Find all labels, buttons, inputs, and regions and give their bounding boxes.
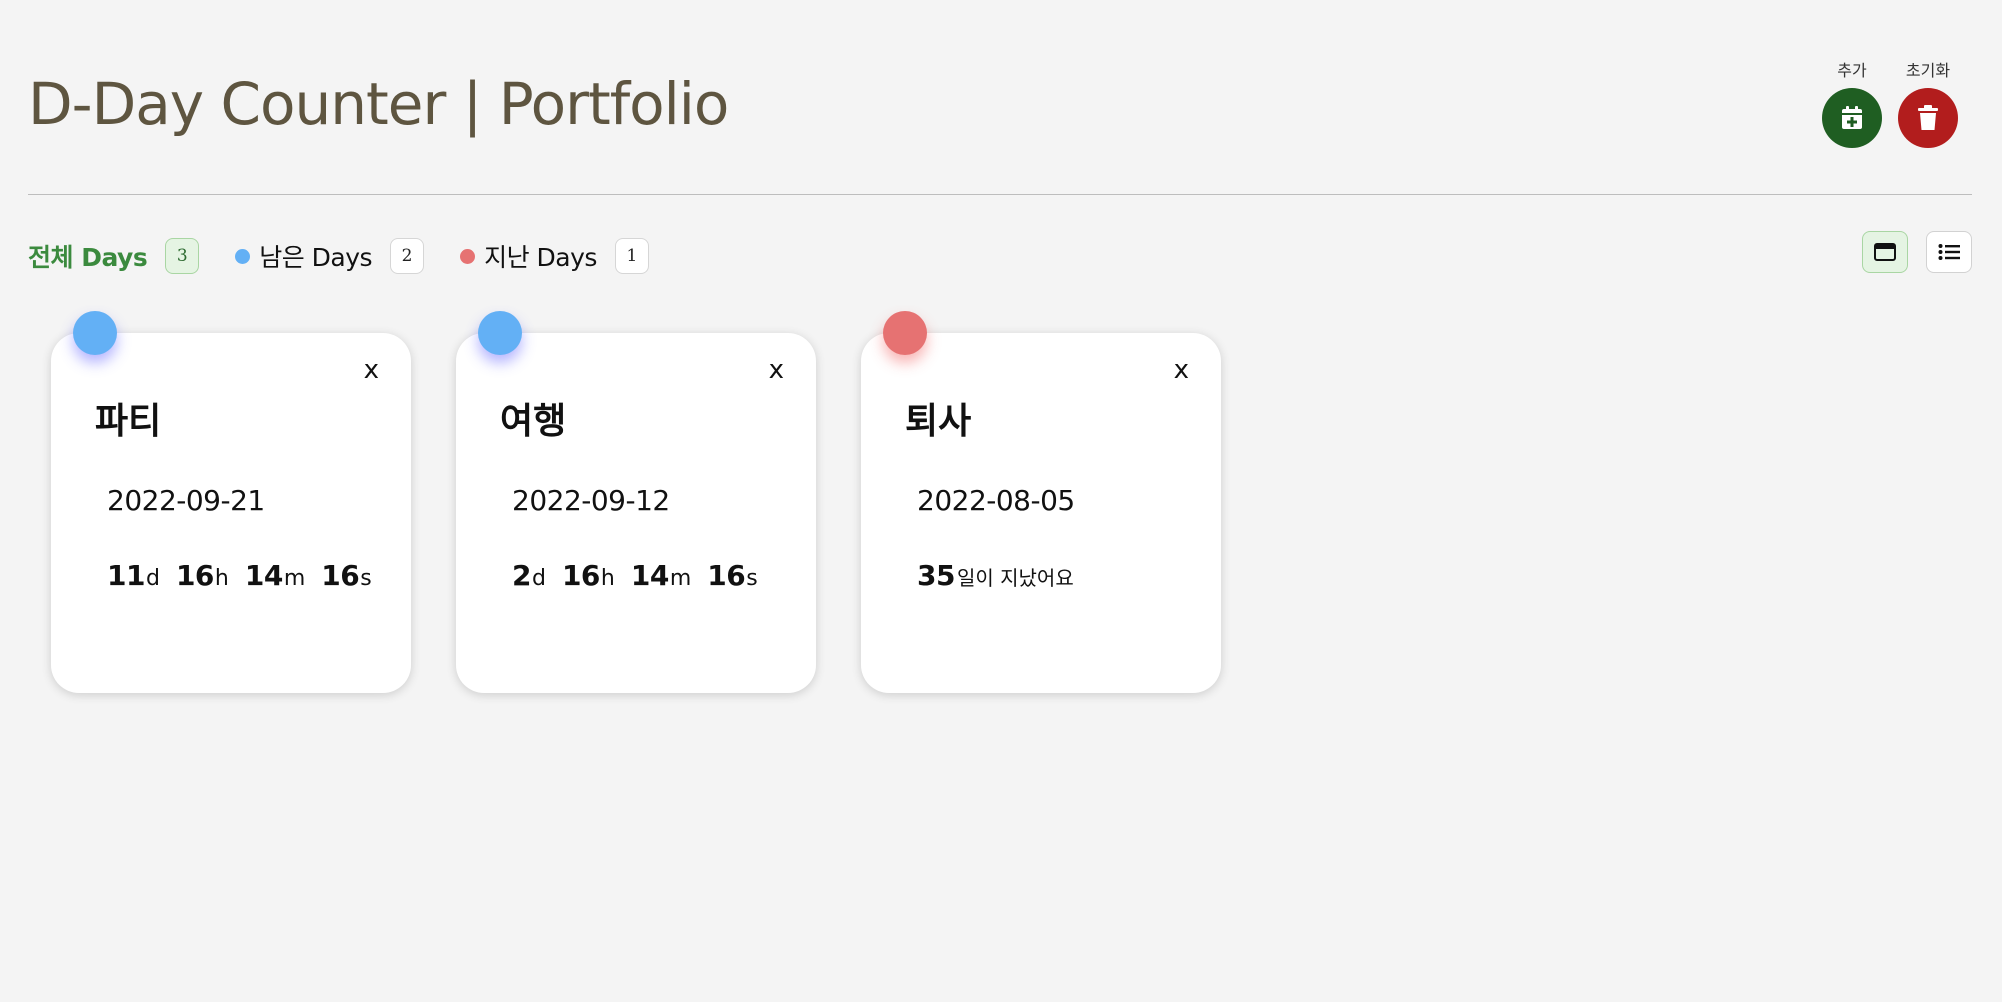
countdown-minutes: 14 [244, 559, 283, 592]
countdown-hours: 16 [175, 559, 214, 592]
card-title: 퇴사 [905, 401, 972, 442]
days-unit: d [145, 566, 160, 591]
dday-card: x 퇴사 2022-08-05 35 일이 지났어요 [861, 311, 1221, 693]
seconds-unit: s [746, 566, 758, 591]
hours-unit: h [214, 566, 229, 591]
card-date: 2022-09-12 [512, 484, 670, 517]
filter-passed-label: 지난 Days [484, 243, 597, 272]
countdown-seconds: 16 [707, 559, 746, 592]
status-dot-icon [73, 311, 117, 355]
filter-passed-count: 1 [614, 238, 649, 274]
status-dot-icon [478, 311, 522, 355]
filter-bar: 전체 Days 3 남은 Days 2 지난 Days 1 [28, 236, 685, 276]
countdown-days: 2 [512, 559, 531, 592]
card-view-button[interactable] [1862, 231, 1908, 273]
filter-all[interactable]: 전체 Days 3 [28, 238, 200, 274]
add-label: 추가 [1837, 61, 1867, 80]
filter-remaining[interactable]: 남은 Days 2 [235, 238, 425, 274]
filter-passed[interactable]: 지난 Days 1 [460, 238, 649, 274]
dday-card-list: x 파티 2022-09-21 11 d 16 h 14 m 16 s x 여행 202… [51, 311, 1221, 693]
reset-button[interactable] [1898, 88, 1958, 148]
countdown: 11 d 16 h 14 m 16 s [107, 559, 388, 592]
filter-all-count: 3 [165, 238, 200, 274]
seconds-unit: s [360, 566, 372, 591]
passed-count: 35 일이 지났어요 [917, 559, 1074, 592]
countdown-minutes: 14 [630, 559, 669, 592]
page: D-Day Counter | Portfolio 추가 초기화 전체 Days… [0, 0, 2002, 1002]
card-title: 여행 [500, 401, 567, 442]
days-passed: 35 [917, 559, 955, 592]
countdown-days: 11 [107, 559, 145, 592]
page-title: D-Day Counter | Portfolio [28, 70, 729, 138]
card-date: 2022-08-05 [917, 484, 1075, 517]
view-toggle [1862, 231, 1972, 273]
header-actions: 추가 초기화 [1822, 60, 1958, 148]
countdown-hours: 16 [561, 559, 600, 592]
status-dot-icon [883, 311, 927, 355]
dday-card: x 여행 2022-09-12 2d 16 h 14 m 16 s [456, 311, 816, 693]
trash-icon [1918, 105, 1938, 130]
delete-card-button[interactable]: x [765, 353, 788, 387]
reset-action: 초기화 [1898, 60, 1958, 148]
filter-remaining-count: 2 [390, 238, 425, 274]
list-icon [1938, 244, 1960, 260]
delete-card-button[interactable]: x [1170, 353, 1193, 387]
minutes-unit: m [283, 566, 306, 591]
calendar-plus-icon [1842, 106, 1862, 129]
minutes-unit: m [669, 566, 692, 591]
passed-dot-icon [460, 248, 476, 264]
filter-all-label: 전체 Days [28, 243, 148, 272]
card-title: 파티 [95, 401, 162, 442]
list-view-button[interactable] [1926, 231, 1972, 273]
days-unit: d [531, 566, 546, 591]
countdown: 2d 16 h 14 m 16 s [512, 559, 774, 592]
filter-remaining-label: 남은 Days [259, 243, 373, 272]
remaining-dot-icon [235, 248, 251, 264]
add-button[interactable] [1822, 88, 1882, 148]
header-divider [28, 194, 1972, 195]
reset-label: 초기화 [1905, 61, 1951, 80]
passed-text: 일이 지났어요 [956, 566, 1074, 590]
add-action: 추가 [1822, 60, 1882, 148]
hours-unit: h [600, 566, 615, 591]
countdown-seconds: 16 [321, 559, 360, 592]
dday-card: x 파티 2022-09-21 11 d 16 h 14 m 16 s [51, 311, 411, 693]
window-icon [1874, 243, 1896, 261]
card-date: 2022-09-21 [107, 484, 265, 517]
delete-card-button[interactable]: x [360, 353, 383, 387]
